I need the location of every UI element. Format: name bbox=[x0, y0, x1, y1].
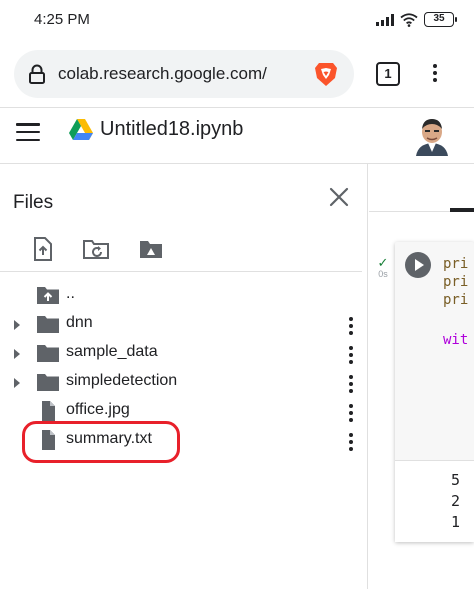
colab-header: Untitled18.ipynb bbox=[0, 108, 474, 164]
status-time: 4:25 PM bbox=[34, 11, 90, 28]
code-line[interactable]: pri bbox=[443, 292, 468, 308]
file-row-dnn[interactable]: dnn bbox=[0, 310, 362, 339]
file-row-label: dnn bbox=[66, 314, 93, 331]
file-row-label: simpledetection bbox=[66, 372, 178, 389]
menu-icon[interactable] bbox=[16, 123, 40, 141]
expand-chevron-icon[interactable] bbox=[12, 319, 22, 331]
cell-exec-time: 0s bbox=[378, 269, 388, 279]
cell-exec-status: ✓ 0s bbox=[376, 256, 390, 279]
tabs-button[interactable]: 1 bbox=[376, 62, 400, 86]
files-panel-title: Files bbox=[13, 192, 54, 213]
output-line: 5 bbox=[451, 471, 461, 489]
lock-icon[interactable] bbox=[28, 64, 46, 84]
files-toolbar bbox=[0, 230, 362, 272]
more-vert-icon[interactable] bbox=[348, 404, 354, 422]
check-icon: ✓ bbox=[377, 255, 389, 270]
folder-icon bbox=[37, 345, 59, 362]
upload-file-icon[interactable] bbox=[30, 236, 56, 262]
signal-icon bbox=[376, 13, 394, 26]
more-vert-icon[interactable] bbox=[348, 317, 354, 335]
run-cell-button[interactable] bbox=[405, 252, 431, 278]
refresh-folder-icon[interactable] bbox=[82, 236, 112, 262]
files-panel: Files .. dnn sample_data simpledetection… bbox=[0, 164, 368, 589]
browser-toolbar: colab.research.google.com/ 1 bbox=[0, 40, 474, 108]
more-vert-icon[interactable] bbox=[348, 375, 354, 393]
output-line: 2 bbox=[451, 492, 461, 510]
browser-more-vert-icon[interactable] bbox=[432, 64, 438, 82]
status-icons: 35 bbox=[376, 12, 457, 27]
google-drive-icon[interactable] bbox=[68, 118, 94, 142]
code-cell[interactable]: pri pri pri wit 5 2 1 bbox=[395, 242, 474, 542]
wifi-icon bbox=[400, 12, 418, 27]
url-text[interactable]: colab.research.google.com/ bbox=[58, 64, 308, 84]
file-row-parent[interactable]: .. bbox=[0, 281, 362, 310]
brave-icon[interactable] bbox=[312, 60, 340, 88]
file-row-sample-data[interactable]: sample_data bbox=[0, 339, 362, 368]
battery-level: 35 bbox=[433, 13, 445, 24]
code-line[interactable]: wit bbox=[443, 332, 468, 348]
more-vert-icon[interactable] bbox=[348, 346, 354, 364]
highlight-annotation bbox=[22, 421, 180, 463]
toolbar-indicator bbox=[450, 208, 474, 212]
file-row-label: .. bbox=[66, 285, 75, 302]
notebook-area: ✓ 0s pri pri pri wit 5 2 1 bbox=[369, 164, 474, 589]
file-icon bbox=[42, 401, 55, 421]
folder-icon bbox=[37, 316, 59, 333]
mount-drive-icon[interactable] bbox=[138, 236, 164, 262]
address-bar[interactable]: colab.research.google.com/ bbox=[14, 50, 354, 98]
status-bar: 4:25 PM 35 bbox=[0, 0, 474, 40]
expand-chevron-icon[interactable] bbox=[12, 348, 22, 360]
avatar[interactable] bbox=[414, 116, 450, 156]
file-row-label: sample_data bbox=[66, 343, 158, 360]
battery-icon: 35 bbox=[424, 12, 457, 27]
notebook-title[interactable]: Untitled18.ipynb bbox=[100, 118, 243, 141]
folder-icon bbox=[37, 374, 59, 391]
output-line: 1 bbox=[451, 513, 461, 531]
parent-folder-icon bbox=[37, 287, 59, 304]
cell-output: 5 2 1 bbox=[395, 460, 474, 542]
code-line[interactable]: pri bbox=[443, 256, 468, 272]
file-row-simpledetection[interactable]: simpledetection bbox=[0, 368, 362, 397]
notebook-toolbar bbox=[369, 164, 474, 212]
file-row-label: office.jpg bbox=[66, 401, 130, 418]
more-vert-icon[interactable] bbox=[348, 433, 354, 451]
code-line[interactable]: pri bbox=[443, 274, 468, 290]
expand-chevron-icon[interactable] bbox=[12, 377, 22, 389]
close-icon[interactable] bbox=[328, 186, 350, 208]
